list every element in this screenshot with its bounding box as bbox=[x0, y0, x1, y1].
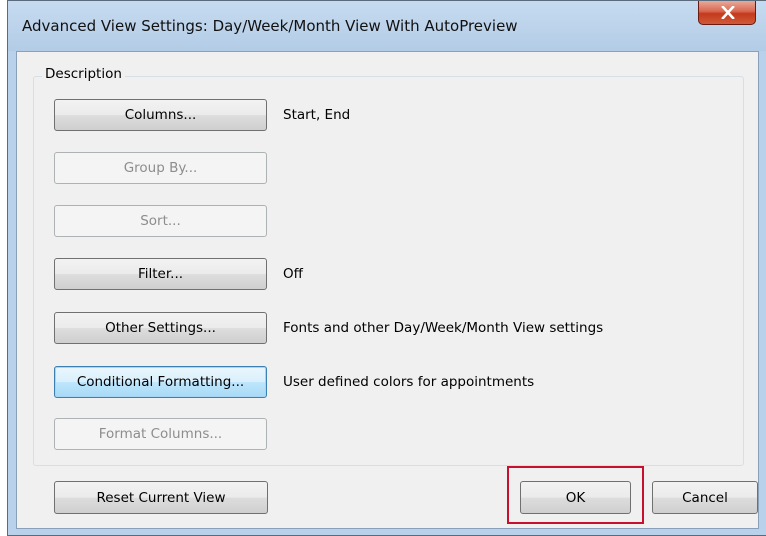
group-by-button[interactable]: Group By... bbox=[54, 152, 267, 184]
sort-button[interactable]: Sort... bbox=[54, 205, 267, 237]
ok-button[interactable]: OK bbox=[520, 481, 631, 514]
close-button[interactable] bbox=[698, 1, 756, 25]
filter-button[interactable]: Filter... bbox=[54, 258, 267, 290]
window-title: Advanced View Settings: Day/Week/Month V… bbox=[22, 17, 518, 35]
columns-button[interactable]: Columns... bbox=[54, 99, 267, 131]
cancel-button[interactable]: Cancel bbox=[652, 481, 758, 514]
conditional-formatting-button[interactable]: Conditional Formatting... bbox=[54, 366, 267, 398]
reset-current-view-button[interactable]: Reset Current View bbox=[54, 481, 268, 514]
dialog-body: Description Columns... Start, End Group … bbox=[16, 51, 759, 529]
filter-description: Off bbox=[283, 266, 303, 282]
description-group-label: Description bbox=[42, 66, 125, 82]
dialog-window: Advanced View Settings: Day/Week/Month V… bbox=[7, 0, 766, 536]
format-columns-button[interactable]: Format Columns... bbox=[54, 418, 267, 450]
conditional-formatting-description: User defined colors for appointments bbox=[283, 374, 535, 390]
columns-description: Start, End bbox=[283, 107, 351, 123]
other-settings-button[interactable]: Other Settings... bbox=[54, 312, 267, 344]
other-settings-description: Fonts and other Day/Week/Month View sett… bbox=[283, 320, 604, 336]
close-icon bbox=[721, 6, 735, 19]
title-bar: Advanced View Settings: Day/Week/Month V… bbox=[8, 1, 766, 51]
